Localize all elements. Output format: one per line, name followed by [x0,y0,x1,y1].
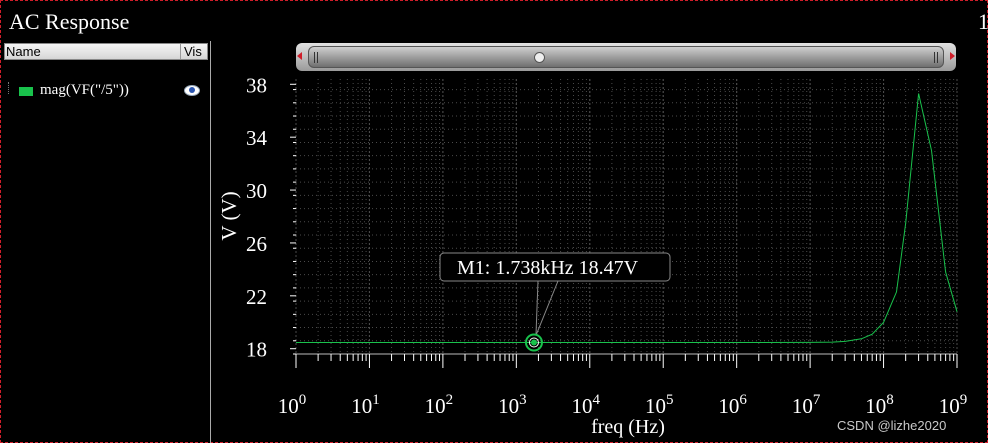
x-tick-label: 107 [792,392,821,418]
x-tick-label: 101 [351,392,380,418]
marker-label: M1: 1.738kHz 18.47V [457,257,639,279]
y-tick-label: 30 [246,179,267,203]
ac-response-chart[interactable]: 100 101 102 103 104 105 106 107 108 109 18 22 26 30 3… [0,0,988,443]
x-axis-label: freq (Hz) [591,416,665,438]
x-tick-label: 100 [278,392,307,418]
x-tick-label: 102 [425,392,454,418]
y-tick-label: 26 [246,232,267,256]
y-tick-label: 34 [246,126,268,150]
plot-area[interactable] [296,79,957,354]
x-tick-label: 108 [865,392,894,418]
watermark-text: CSDN @lizhe2020 [837,418,947,433]
y-tick-label: 18 [246,338,267,362]
x-tick-label: 103 [498,392,527,418]
y-axis-label: V (V) [217,191,241,240]
y-tick-label: 22 [246,285,267,309]
x-tick-label: 109 [939,392,968,418]
x-tick-label: 106 [718,392,747,418]
y-tick-label: 38 [246,73,267,97]
x-tick-label: 105 [645,392,674,418]
x-tick-label: 104 [572,392,601,418]
marker-point[interactable] [530,339,537,346]
